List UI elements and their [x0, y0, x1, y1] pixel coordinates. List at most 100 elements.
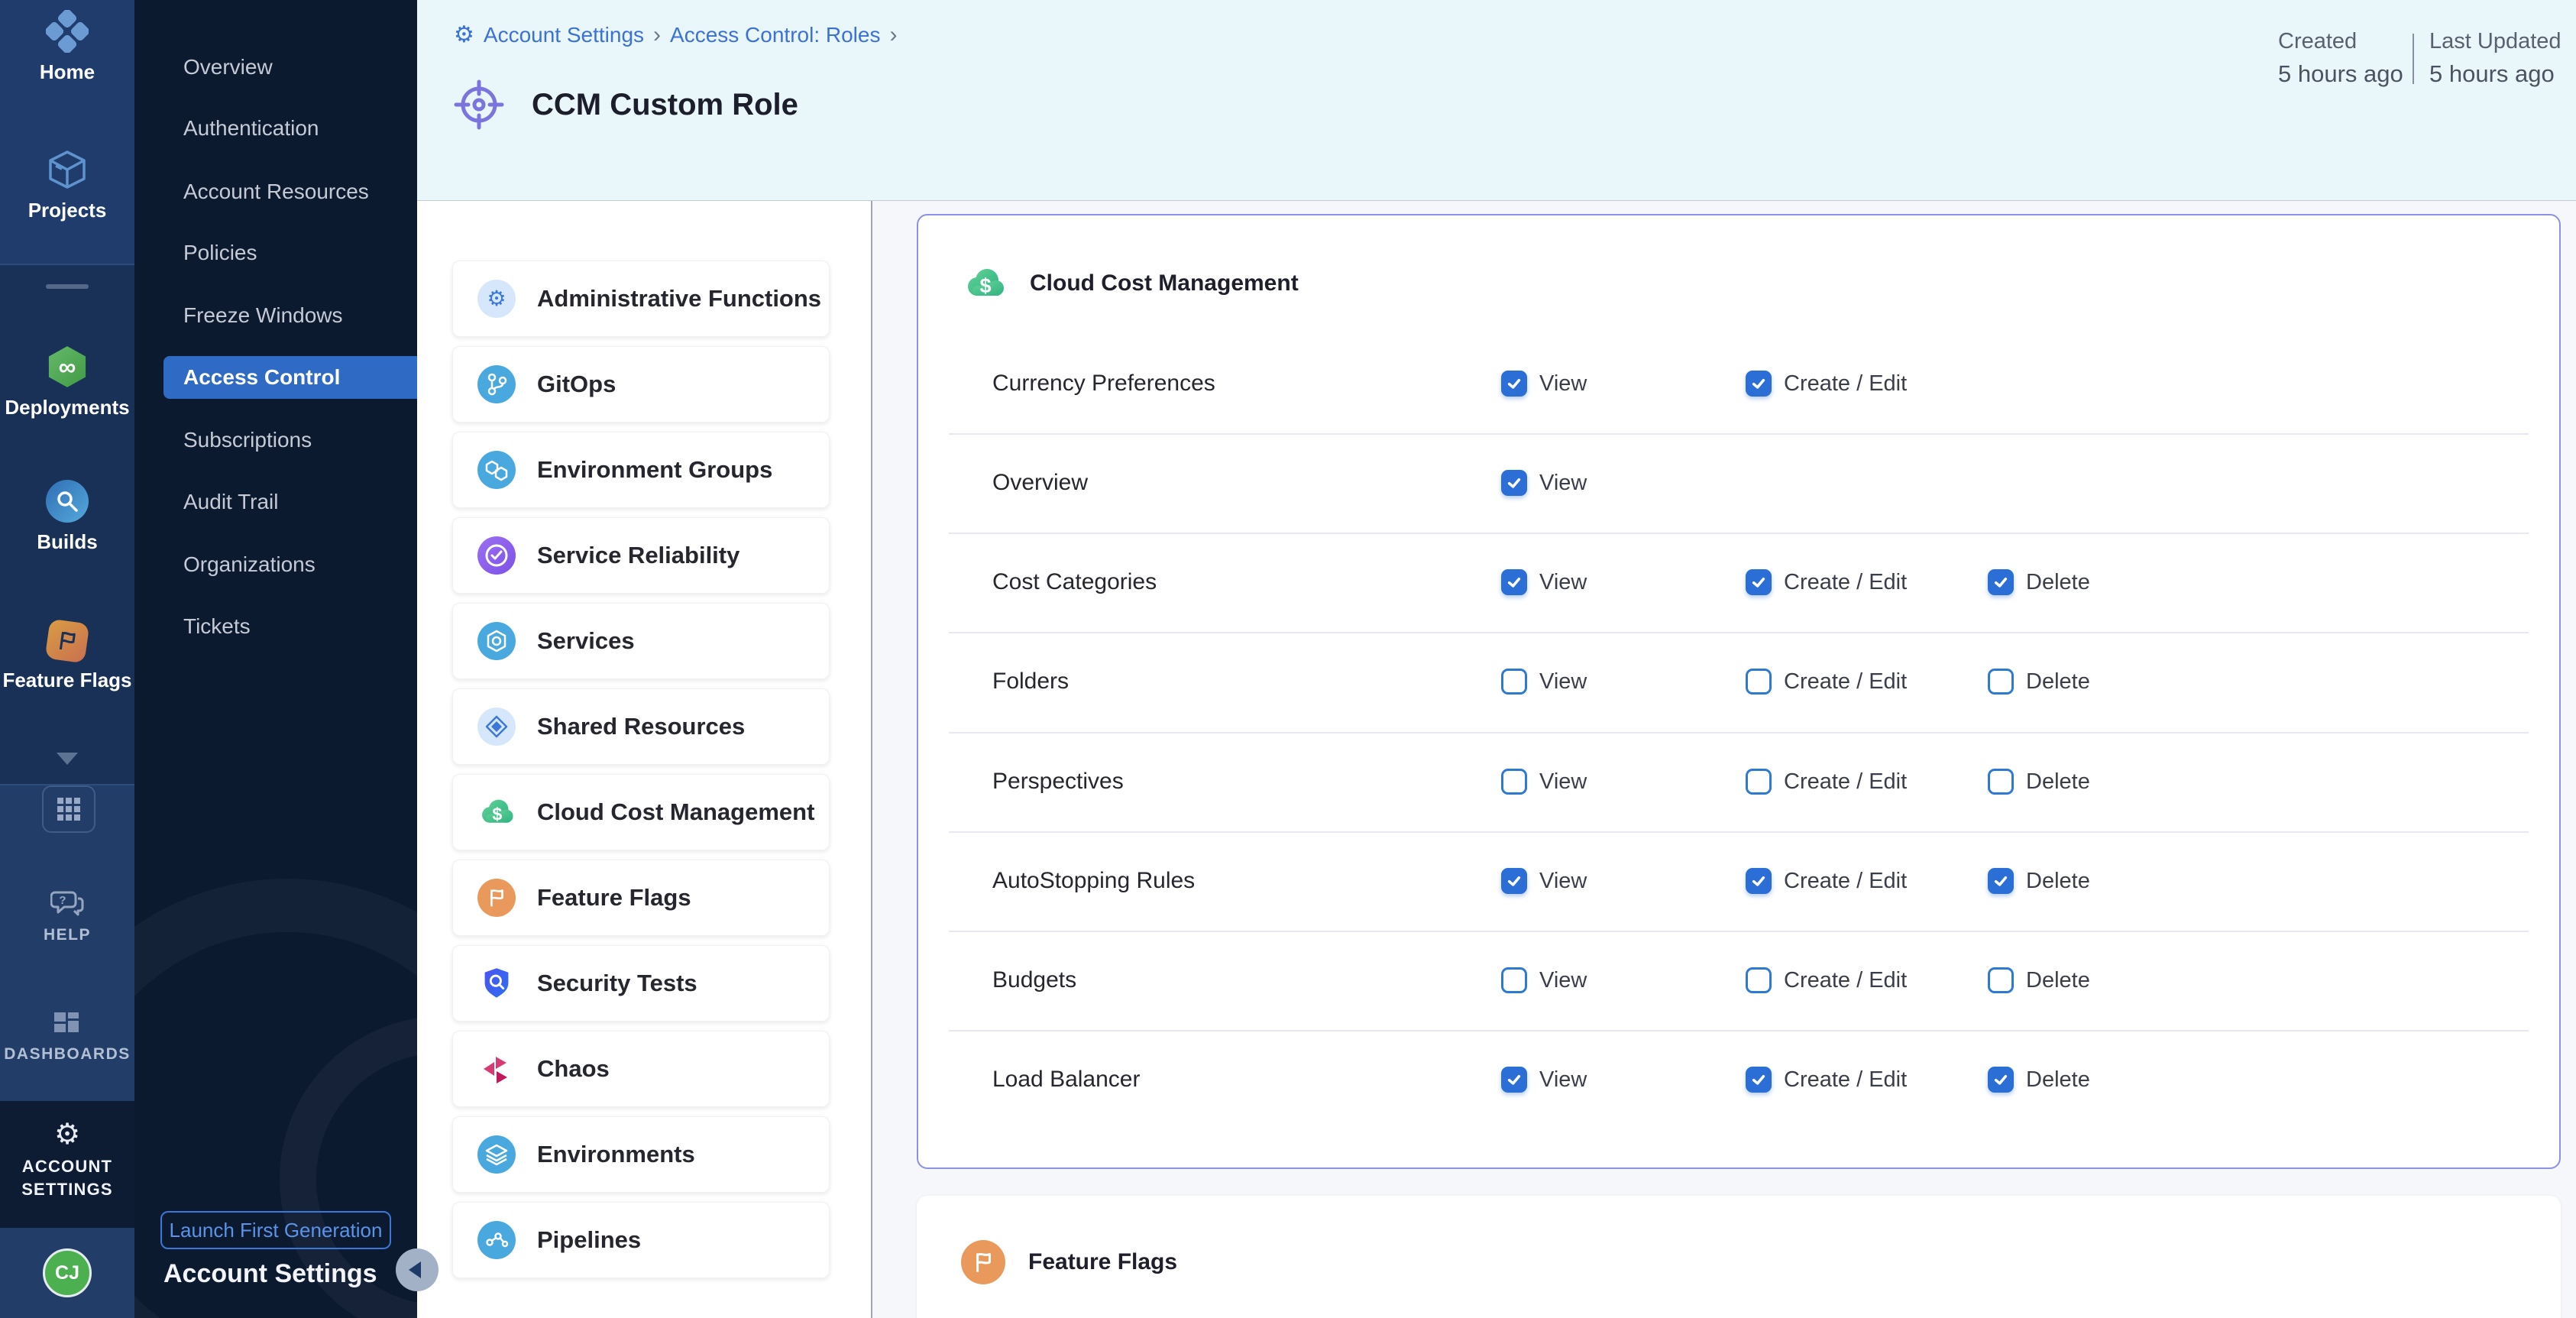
breadcrumb-account-settings[interactable]: Account Settings — [484, 23, 644, 47]
delete-permission: Delete — [1988, 569, 2090, 595]
permission-row-autostopping-rules: AutoStopping Rules View Create / Edit De… — [992, 866, 2529, 896]
nav-item-account-settings[interactable]: ⚙ ACCOUNT SETTINGS — [0, 1120, 134, 1201]
account-settings-sidebar: Overview Authentication Account Resource… — [134, 0, 417, 1318]
cloud-dollar-icon: $ — [477, 793, 516, 831]
gauge-check-icon — [477, 536, 516, 575]
delete-checkbox[interactable] — [1988, 669, 2014, 695]
create-edit-permission: Create / Edit — [1746, 371, 1907, 397]
sidebar-title: Account Settings — [163, 1259, 377, 1289]
resource-category-administrative-functions[interactable]: ⚙ Administrative Functions — [452, 261, 830, 337]
view-permission: View — [1501, 371, 1587, 397]
chevron-down-icon[interactable] — [57, 753, 78, 765]
nav-item-home[interactable]: Home — [0, 10, 134, 83]
last-updated-meta: Last Updated 5 hours ago — [2429, 29, 2561, 88]
nav-label-deployments: Deployments — [5, 396, 129, 419]
view-checkbox[interactable] — [1501, 669, 1527, 695]
nav-item-dashboards[interactable]: DASHBOARDS — [0, 1010, 134, 1065]
view-checkbox[interactable] — [1501, 769, 1527, 795]
collapse-sidebar-toggle[interactable] — [396, 1248, 439, 1291]
delete-permission: Delete — [1988, 769, 2090, 795]
create-edit-checkbox[interactable] — [1746, 1067, 1772, 1093]
delete-checkbox[interactable] — [1988, 769, 2014, 795]
view-checkbox[interactable] — [1501, 569, 1527, 595]
breadcrumb: ⚙ Account Settings › Access Control: Rol… — [454, 23, 897, 47]
resource-category-environment-groups[interactable]: Environment Groups — [452, 432, 830, 508]
view-checkbox[interactable] — [1501, 1067, 1527, 1093]
created-meta: Created 5 hours ago — [2278, 29, 2403, 88]
page-header: ⚙ Account Settings › Access Control: Rol… — [417, 0, 2576, 201]
view-permission: View — [1501, 967, 1587, 993]
view-checkbox[interactable] — [1501, 967, 1527, 993]
create-edit-checkbox[interactable] — [1746, 371, 1772, 397]
svg-text:$: $ — [979, 274, 991, 297]
nav-item-help[interactable]: ? HELP — [0, 888, 134, 946]
resource-category-gitops[interactable]: GitOps — [452, 346, 830, 423]
feature-flags-panel: Feature Flags — [917, 1196, 2561, 1318]
create-edit-permission: Create / Edit — [1746, 967, 1907, 993]
resource-category-security-tests[interactable]: Security Tests — [452, 945, 830, 1022]
resource-category-cloud-cost-management[interactable]: $ Cloud Cost Management — [452, 774, 830, 850]
resource-category-services[interactable]: Services — [452, 603, 830, 679]
sidebar-item-account-resources[interactable]: Account Resources — [134, 170, 417, 213]
sidebar-item-access-control[interactable]: Access Control — [163, 356, 417, 399]
breadcrumb-access-control-roles[interactable]: Access Control: Roles — [670, 23, 880, 47]
resource-category-environments[interactable]: Environments — [452, 1116, 830, 1193]
delete-checkbox[interactable] — [1988, 569, 2014, 595]
sidebar-item-authentication[interactable]: Authentication — [134, 107, 417, 150]
view-checkbox[interactable] — [1501, 470, 1527, 496]
create-edit-checkbox[interactable] — [1746, 569, 1772, 595]
sidebar-item-freeze-windows[interactable]: Freeze Windows — [134, 294, 417, 337]
panel-header: Feature Flags — [961, 1240, 1177, 1284]
view-checkbox[interactable] — [1501, 371, 1527, 397]
layers-icon — [477, 1135, 516, 1174]
row-divider — [949, 732, 2529, 733]
nav-item-deployments[interactable]: ∞ Deployments — [0, 345, 134, 419]
module-chooser-button[interactable] — [42, 785, 95, 833]
view-permission: View — [1501, 769, 1587, 795]
git-branch-icon — [477, 365, 516, 403]
resource-category-service-reliability[interactable]: Service Reliability — [452, 517, 830, 594]
delete-checkbox[interactable] — [1988, 1067, 2014, 1093]
hexagon-group-icon — [477, 451, 516, 489]
sidebar-item-organizations[interactable]: Organizations — [134, 543, 417, 586]
create-edit-permission: Create / Edit — [1746, 1067, 1907, 1093]
permission-row-perspectives: Perspectives View Create / Edit Delete — [992, 766, 2529, 797]
create-edit-permission: Create / Edit — [1746, 569, 1907, 595]
resource-category-list: ⚙ Administrative Functions GitOps Enviro… — [417, 201, 871, 1318]
view-permission: View — [1501, 669, 1587, 695]
delete-checkbox[interactable] — [1988, 967, 2014, 993]
nav-item-projects[interactable]: Projects — [0, 148, 134, 222]
pipeline-nodes-icon — [477, 1221, 516, 1259]
shield-scan-icon — [477, 964, 516, 1002]
avatar[interactable]: CJ — [43, 1248, 92, 1297]
sidebar-item-overview[interactable]: Overview — [134, 46, 417, 89]
create-edit-checkbox[interactable] — [1746, 868, 1772, 894]
sidebar-item-audit-trail[interactable]: Audit Trail — [134, 481, 417, 523]
resource-category-pipelines[interactable]: Pipelines — [452, 1202, 830, 1278]
harness-logo-icon — [46, 10, 89, 53]
delete-checkbox[interactable] — [1988, 868, 2014, 894]
chaos-triangles-icon — [477, 1050, 516, 1088]
grid-dots-icon — [56, 796, 82, 822]
title-row: CCM Custom Role — [454, 79, 798, 130]
resource-category-feature-flags[interactable]: Feature Flags — [452, 860, 830, 936]
nav-item-builds[interactable]: Builds — [0, 480, 134, 553]
resource-category-shared-resources[interactable]: Shared Resources — [452, 688, 830, 765]
create-edit-checkbox[interactable] — [1746, 967, 1772, 993]
nav-label-feature-flags: Feature Flags — [2, 669, 131, 691]
nav-pin-dash — [46, 284, 89, 289]
view-permission: View — [1501, 569, 1587, 595]
launch-first-generation-button[interactable]: Launch First Generation — [160, 1211, 391, 1249]
sidebar-item-tickets[interactable]: Tickets — [134, 605, 417, 648]
resource-category-chaos[interactable]: Chaos — [452, 1031, 830, 1107]
view-permission: View — [1501, 1067, 1587, 1093]
sidebar-item-policies[interactable]: Policies — [134, 232, 417, 274]
settings-gear-icon: ⚙ — [454, 24, 474, 47]
nav-item-feature-flags[interactable]: Feature Flags — [0, 621, 134, 691]
create-edit-checkbox[interactable] — [1746, 769, 1772, 795]
nav-label-help: HELP — [44, 925, 91, 946]
create-edit-checkbox[interactable] — [1746, 669, 1772, 695]
flag-icon — [45, 619, 90, 664]
view-checkbox[interactable] — [1501, 868, 1527, 894]
sidebar-item-subscriptions[interactable]: Subscriptions — [134, 419, 417, 461]
